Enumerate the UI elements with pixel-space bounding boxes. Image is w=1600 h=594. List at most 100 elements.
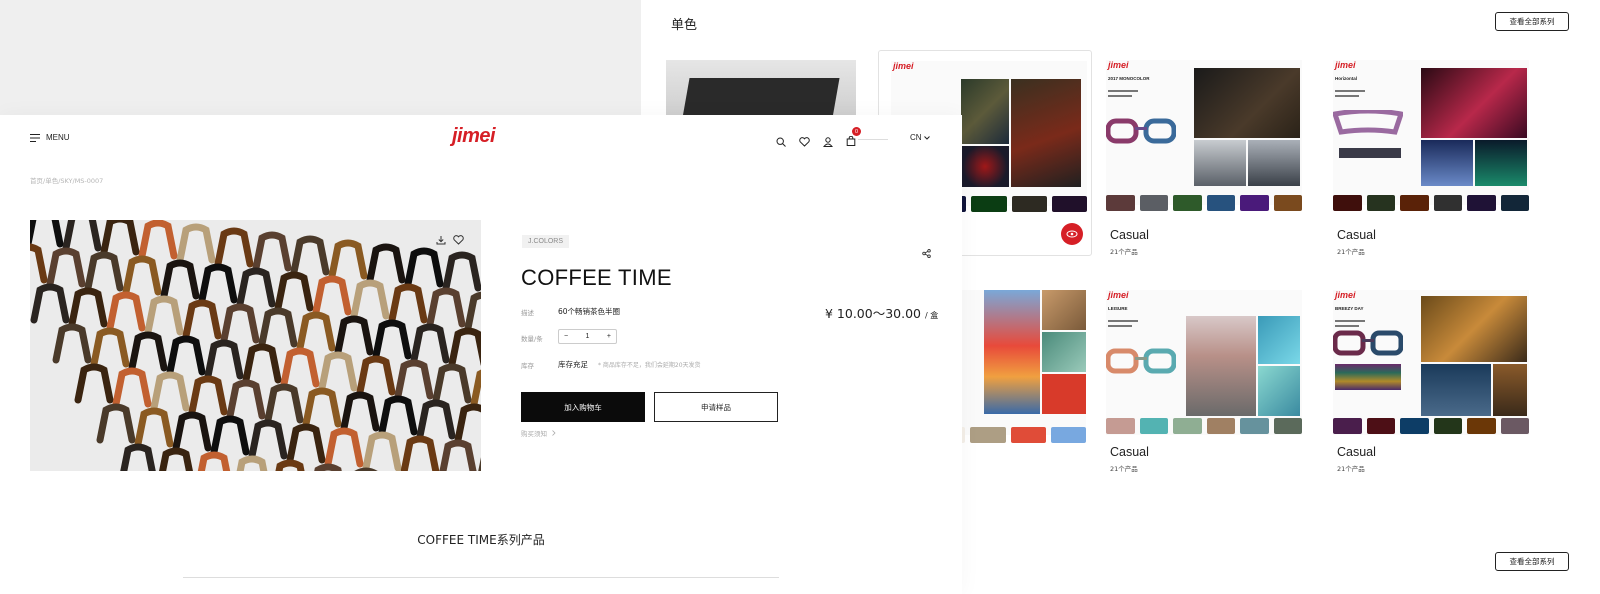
quantity-stepper[interactable]: − 1 + <box>558 329 617 344</box>
street-photo <box>1186 316 1256 416</box>
heart-icon <box>453 235 464 245</box>
card-title: Casual <box>1337 445 1376 459</box>
card-board: jimei 2017 MONOCOLOR <box>1106 60 1302 205</box>
series-divider <box>183 577 779 578</box>
card-title: Casual <box>1337 228 1376 242</box>
eye-icon <box>1066 230 1078 238</box>
chevron-right-icon <box>552 430 556 436</box>
favorite-button[interactable] <box>453 232 464 250</box>
stock-value: 库存充足 <box>558 360 588 369</box>
description-value: 60个畅销茶色半圈 <box>558 307 621 316</box>
card-photo <box>666 60 856 118</box>
temple-stack-image <box>1335 364 1401 390</box>
description-label: 描述 <box>521 309 534 317</box>
card-count: 21个产品 <box>1337 465 1365 473</box>
header-divider <box>858 139 888 140</box>
request-sample-button[interactable]: 申请样品 <box>654 392 778 422</box>
share-icon <box>922 249 931 258</box>
user-icon[interactable] <box>823 137 833 147</box>
catalog-section-title: 单色 <box>671 18 698 33</box>
board-heading: 2017 MONOCOLOR <box>1108 76 1150 81</box>
glasses-image <box>1333 330 1403 356</box>
download-icon <box>436 236 446 245</box>
mini-brand-logo: jimei <box>1335 60 1356 70</box>
stock-label: 库存 <box>521 362 534 370</box>
cart-button[interactable]: 0 <box>846 127 861 151</box>
card-count: 21个产品 <box>1337 248 1365 256</box>
card-count: 21个产品 <box>1110 248 1138 256</box>
catalog-card[interactable]: jimei Horizontal Casual 21个产品 <box>1319 50 1533 256</box>
glasses-image <box>1106 348 1176 374</box>
lake-photo <box>1248 140 1300 186</box>
night-sky-photo <box>1421 140 1473 186</box>
tiles-photo <box>1258 316 1300 364</box>
color-swatches <box>1106 195 1302 211</box>
quick-view-eye-button[interactable] <box>1061 223 1083 245</box>
glasses-box-image <box>682 78 840 118</box>
purchase-notes-label: 购买须知 <box>521 430 547 438</box>
pattern-photo <box>1258 366 1300 416</box>
winter-photo <box>1421 364 1491 416</box>
product-hero-image <box>30 220 481 471</box>
decrement-button[interactable]: − <box>564 333 568 340</box>
breadcrumb[interactable]: 首页/单色/SKY/MS-0007 <box>30 175 103 185</box>
catalog-card[interactable]: jimei LEISURE Casual 21个产品 <box>1092 282 1306 488</box>
language-label: CN <box>910 133 922 142</box>
screen: 单色 查看全部系列 jimei jimei 2017 MONOCOLOR Cas… <box>0 0 1600 594</box>
price: ¥ 10.00～30.00 / 盒 <box>825 303 938 322</box>
product-title: COFFEE TIME <box>521 265 672 290</box>
facade-photo <box>1042 290 1086 330</box>
trees-photo <box>1493 364 1527 416</box>
search-icon[interactable] <box>776 137 786 147</box>
share-button[interactable] <box>922 245 931 263</box>
chevron-down-icon <box>923 135 930 140</box>
catalog-card[interactable]: jimei BREEZY DAY Casual 21个产品 <box>1319 282 1533 488</box>
board-heading: BREEZY DAY <box>1335 306 1364 311</box>
card-count: 21个产品 <box>1110 465 1138 473</box>
board-heading: LEISURE <box>1108 306 1128 311</box>
aurora-photo <box>1475 140 1527 186</box>
collection-tag[interactable]: J.COLORS <box>522 235 570 248</box>
card-board: jimei BREEZY DAY <box>1333 290 1529 435</box>
card-title: Casual <box>1110 228 1149 242</box>
catalog-card[interactable]: jimei 2017 MONOCOLOR Casual 21个产品 <box>1092 50 1306 256</box>
increment-button[interactable]: + <box>607 333 611 340</box>
cart-count-badge: 0 <box>852 127 861 136</box>
red-door-photo <box>1042 374 1086 414</box>
nebula-photo <box>1421 68 1527 138</box>
glasses-frames-photo <box>30 220 481 471</box>
frame-shape <box>314 463 342 471</box>
download-button[interactable] <box>436 232 446 250</box>
mini-brand-logo: jimei <box>1335 290 1356 300</box>
umbrella-photo <box>984 290 1040 414</box>
card-title: Casual <box>1110 445 1149 459</box>
stock-note: * 商品库存不足，我们会延期20天发货 <box>598 362 701 369</box>
mini-brand-logo: jimei <box>1108 60 1129 70</box>
window-photo <box>1042 332 1086 372</box>
autumn-photo <box>1421 296 1527 362</box>
shopping-bag-icon <box>846 135 856 146</box>
woman-photo <box>1011 79 1081 187</box>
hamburger-icon <box>30 133 40 142</box>
pattern-photo <box>961 79 1009 144</box>
quantity-label: 数量/条 <box>521 335 543 343</box>
quantity-value[interactable]: 1 <box>586 333 590 340</box>
purchase-notes-link[interactable]: 购买须知 <box>521 428 556 438</box>
view-all-series-button[interactable]: 查看全部系列 <box>1495 552 1569 571</box>
glasses-image <box>1333 110 1403 135</box>
language-selector[interactable]: CN <box>910 133 930 142</box>
view-all-series-button[interactable]: 查看全部系列 <box>1495 12 1569 31</box>
add-to-cart-button[interactable]: 加入购物车 <box>521 392 645 422</box>
heart-icon[interactable] <box>799 137 810 147</box>
product-page: MENU jimei 0 CN 首页/单色/SKY/MS-0007 J.COLO… <box>0 115 962 594</box>
menu-label: MENU <box>46 133 70 142</box>
mini-brand-logo: jimei <box>1108 290 1129 300</box>
price-value: ¥ 10.00～30.00 <box>825 306 921 321</box>
color-swatches <box>1333 418 1529 434</box>
brand-logo[interactable]: jimei <box>452 125 496 148</box>
color-swatches <box>1106 418 1302 434</box>
mini-brand-logo: jimei <box>893 61 914 71</box>
sky-photo <box>1194 140 1246 186</box>
menu-button[interactable]: MENU <box>30 133 70 142</box>
board-heading: Horizontal <box>1335 76 1357 81</box>
